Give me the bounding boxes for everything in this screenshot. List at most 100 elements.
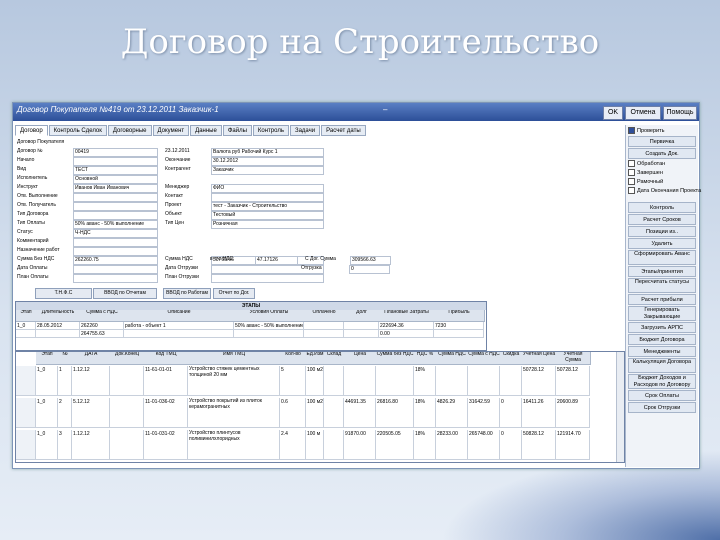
items-cell[interactable]: Устройство плинтусов поливинилхлоридных	[188, 430, 280, 460]
tab-3[interactable]: Документ	[152, 125, 190, 136]
items-cell[interactable]: Устройство покрытий из плиток керамогран…	[188, 398, 280, 428]
field-value[interactable]	[73, 265, 158, 274]
items-cell[interactable]: 5	[280, 366, 306, 396]
items-cell[interactable]: 220505.05	[376, 430, 414, 460]
items-cell[interactable]: 1_0	[36, 366, 58, 396]
ok-button[interactable]: OK	[603, 106, 623, 120]
field-value-2[interactable]: Заказчик	[211, 166, 324, 175]
field-value-2[interactable]: ФИО	[211, 184, 324, 193]
items-cell[interactable]: 18%	[414, 398, 436, 428]
items-cell[interactable]: 5.12.12	[72, 398, 110, 428]
stages-cell[interactable]	[304, 322, 344, 330]
field-value[interactable]	[73, 157, 158, 166]
sidebar-button[interactable]: Первичка	[628, 136, 696, 147]
sidebar-button[interactable]: Расчет Сроков	[628, 214, 696, 225]
row-selector[interactable]	[16, 398, 36, 428]
sidebar-button[interactable]: Бюджет Договора	[628, 334, 696, 345]
sidebar-button[interactable]: Этапы/принятия	[628, 266, 696, 277]
stages-cell[interactable]: 50% аванс - 50% выполнение	[234, 322, 304, 330]
field-value[interactable]	[73, 247, 158, 256]
cancel-button[interactable]: Отмена	[625, 106, 661, 120]
stages-cell[interactable]	[434, 330, 484, 338]
items-cell[interactable]: 28233.00	[436, 430, 468, 460]
items-cell[interactable]: 0	[500, 430, 522, 460]
sidebar-button[interactable]: Позиции из..	[628, 226, 696, 237]
sidebar-button[interactable]: Создать Док.	[628, 148, 696, 159]
form-action-button[interactable]: Отчет по Дог.	[213, 288, 255, 299]
items-cell[interactable]: 31642.59	[468, 398, 500, 428]
items-cell[interactable]: 100 м2	[306, 366, 324, 396]
field-value[interactable]: ТЕСТ	[73, 166, 158, 175]
field-value-2[interactable]	[211, 193, 324, 202]
items-cell[interactable]: 18%	[414, 430, 436, 460]
field-value-2[interactable]	[211, 274, 324, 283]
items-cell[interactable]: 265748.00	[468, 430, 500, 460]
sidebar-checkbox[interactable]: Дата Окончания Проекта	[628, 187, 701, 194]
field-value-2[interactable]: тест - Заказчик - Строительство	[211, 202, 324, 211]
field-value-2[interactable]: Валюта руб Рабочий Курс 1	[211, 148, 324, 157]
items-cell[interactable]: 1_0	[36, 430, 58, 460]
stages-cell[interactable]: 28.05.2012	[36, 322, 80, 330]
items-scrollbar[interactable]	[616, 352, 624, 462]
items-cell[interactable]	[468, 366, 500, 396]
items-cell[interactable]: 91870.00	[344, 430, 376, 460]
items-cell[interactable]	[110, 430, 144, 460]
items-cell[interactable]: 20600.89	[556, 398, 590, 428]
field-value[interactable]: 00419	[73, 148, 158, 157]
items-cell[interactable]	[110, 366, 144, 396]
stages-cell[interactable]	[124, 330, 234, 338]
tab-8[interactable]: Расчет даты	[321, 125, 366, 136]
tab-0[interactable]: Договор	[15, 125, 48, 136]
stages-cell[interactable]: работа - объект 1	[124, 322, 234, 330]
field-value[interactable]	[73, 238, 158, 247]
sidebar-button[interactable]: Удалить	[628, 238, 696, 249]
checkbox-icon[interactable]	[628, 169, 635, 176]
items-cell[interactable]: 121914.70	[556, 430, 590, 460]
items-cell[interactable]: 100 м2	[306, 398, 324, 428]
sidebar-checkbox[interactable]: Обработан	[628, 160, 665, 167]
field-value[interactable]	[73, 193, 158, 202]
stages-cell[interactable]	[344, 330, 379, 338]
stages-cell[interactable]	[304, 330, 344, 338]
items-cell[interactable]: 16411.26	[522, 398, 556, 428]
items-cell[interactable]	[324, 366, 344, 396]
sidebar-button[interactable]: Менеджменты	[628, 346, 696, 357]
items-cell[interactable]: 0	[500, 398, 522, 428]
stages-cell[interactable]	[234, 330, 304, 338]
tab-1[interactable]: Контроль Сделок	[48, 125, 107, 136]
stages-cell[interactable]: 1_0	[16, 322, 36, 330]
field-value[interactable]: 262260.75	[73, 256, 158, 265]
form-action-button[interactable]: ВВОД по Работам	[163, 288, 211, 299]
field-value[interactable]	[73, 211, 158, 220]
sidebar-button[interactable]: Расчет прибыли	[628, 294, 696, 305]
field-value[interactable]	[73, 274, 158, 283]
items-cell[interactable]: 1.12.12	[72, 430, 110, 460]
checkbox-icon[interactable]	[628, 187, 635, 194]
sidebar-checkbox[interactable]: Завершен	[628, 169, 663, 176]
sidebar-button[interactable]: Срок Оплаты	[628, 390, 696, 401]
sidebar-button[interactable]: Калькуляция Договора	[628, 358, 696, 373]
stages-cell[interactable]	[36, 330, 80, 338]
items-cell[interactable]: 26816.80	[376, 398, 414, 428]
field-value-2[interactable]: 30.12.2012	[211, 157, 324, 166]
form-action-button[interactable]: Т.Н.Ф.С	[35, 288, 92, 299]
stages-cell[interactable]: 222694.36	[379, 322, 434, 330]
sidebar-button[interactable]: Срок Отгрузки	[628, 402, 696, 413]
stages-cell[interactable]: 262260	[80, 322, 124, 330]
items-cell[interactable]: 2.4	[280, 430, 306, 460]
field-value-2[interactable]: Розничная	[211, 220, 324, 229]
items-cell[interactable]	[110, 398, 144, 428]
items-cell[interactable]: 100 м	[306, 430, 324, 460]
items-cell[interactable]: 11-61-01-01	[144, 366, 188, 396]
tab-6[interactable]: Контроль	[252, 125, 289, 136]
row-selector[interactable]	[16, 366, 36, 396]
sidebar-button[interactable]: Контроль	[628, 202, 696, 213]
row-selector[interactable]	[16, 430, 36, 460]
field-value[interactable]	[73, 202, 158, 211]
items-cell[interactable]: 50728.12	[522, 366, 556, 396]
items-cell[interactable]: 3	[58, 430, 72, 460]
sidebar-button[interactable]: Загрузить АРПС	[628, 322, 696, 333]
items-cell[interactable]: 1_0	[36, 398, 58, 428]
field-value[interactable]: 50% аванс - 50% выполнение	[73, 220, 158, 229]
sidebar-checkbox[interactable]: Рамочный	[628, 178, 663, 185]
